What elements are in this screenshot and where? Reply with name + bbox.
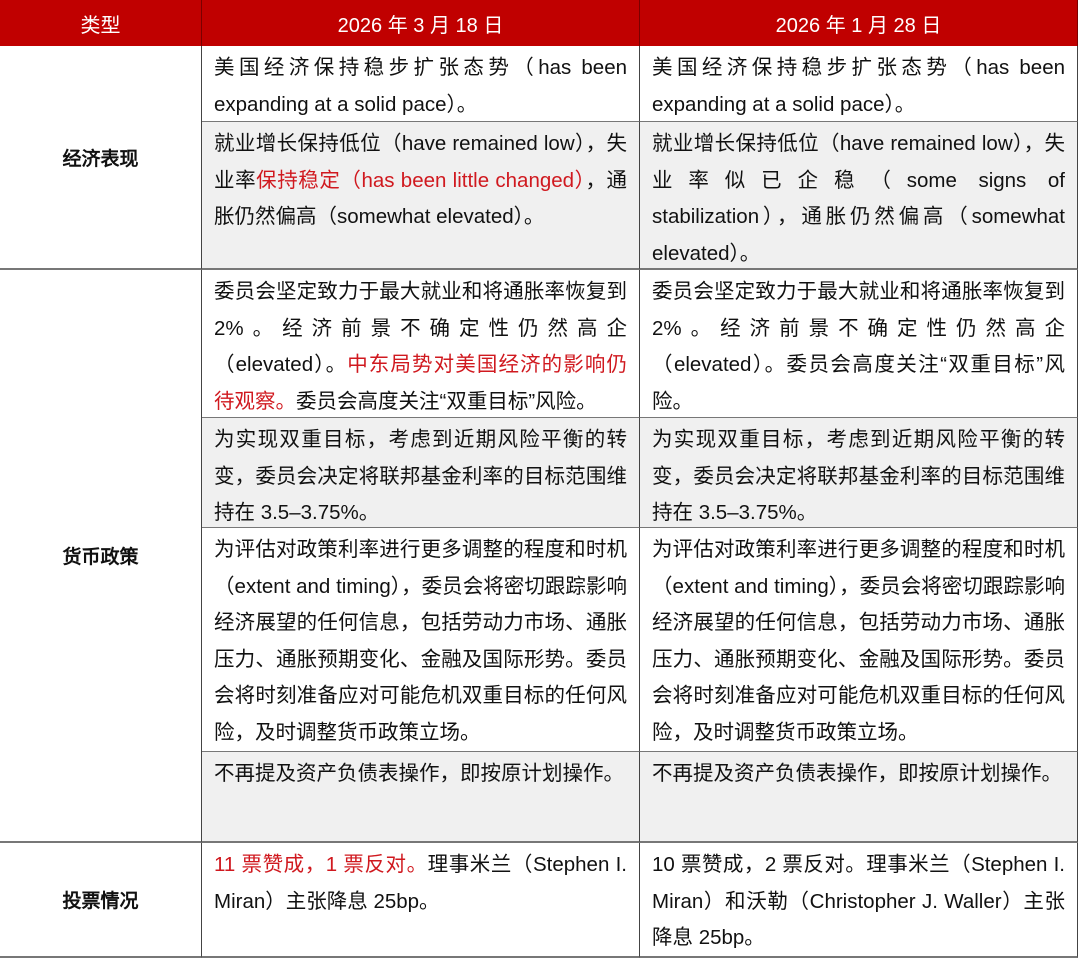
mandate-outlook-cell-january: 委员会坚定致力于最大就业和将通胀率恢复到 2%。经济前景不确定性仍然高企（ele… <box>640 270 1078 418</box>
cell-text: 委员会坚定致力于最大就业和将通胀率恢复到 2%。经济前景不确定性仍然高企（ele… <box>652 280 1065 413</box>
category-economy: 经济表现 <box>0 46 202 270</box>
cell-text: 为实现双重目标，考虑到近期风险平衡的转变，委员会决定将联邦基金利率的目标范围维持… <box>214 428 627 524</box>
rate-decision-cell-january: 为实现双重目标，考虑到近期风险平衡的转变，委员会决定将联邦基金利率的目标范围维持… <box>640 418 1078 528</box>
cell-text: 为评估对政策利率进行更多调整的程度和时机（extent and timing），… <box>652 538 1065 744</box>
header-type: 类型 <box>0 0 202 46</box>
cell-text: 10 票赞成，2 票反对。理事米兰（Stephen I. Miran）和沃勒（C… <box>652 853 1065 949</box>
vote-cell-march: 11 票赞成，1 票反对。理事米兰（Stephen I. Miran）主张降息 … <box>202 843 640 958</box>
forward-guidance-cell-march: 为评估对政策利率进行更多调整的程度和时机（extent and timing），… <box>202 528 640 752</box>
cell-text: 为实现双重目标，考虑到近期风险平衡的转变，委员会决定将联邦基金利率的目标范围维持… <box>652 428 1065 524</box>
highlighted-change-text: 保持稳定（has been little changed） <box>256 168 586 192</box>
cell-text: 委员会高度关注“双重目标”风险。 <box>296 389 597 413</box>
balance-sheet-cell-march: 不再提及资产负债表操作，即按原计划操作。 <box>202 752 640 843</box>
cell-text: 就业增长保持低位（have remained low），失业率似已企稳（some… <box>652 132 1065 265</box>
cell-text: 为评估对政策利率进行更多调整的程度和时机（extent and timing），… <box>214 538 627 744</box>
cell-text: 不再提及资产负债表操作，即按原计划操作。 <box>652 762 1062 785</box>
vote-cell-january: 10 票赞成，2 票反对。理事米兰（Stephen I. Miran）和沃勒（C… <box>640 843 1078 958</box>
economy-growth-cell-january: 美国经济保持稳步扩张态势（has been expanding at a sol… <box>640 46 1078 122</box>
cell-text: 美国经济保持稳步扩张态势（has been expanding at a sol… <box>214 56 627 116</box>
employment-inflation-cell-march: 就业增长保持低位（have remained low），失业率保持稳定（has … <box>202 122 640 270</box>
highlighted-change-text: 11 票赞成，1 票反对。 <box>214 853 428 876</box>
forward-guidance-cell-january: 为评估对政策利率进行更多调整的程度和时机（extent and timing），… <box>640 528 1078 752</box>
mandate-outlook-cell-march: 委员会坚定致力于最大就业和将通胀率恢复到 2%。经济前景不确定性仍然高企（ele… <box>202 270 640 418</box>
header-date-march: 2026 年 3 月 18 日 <box>202 0 640 46</box>
cell-text: 美国经济保持稳步扩张态势（has been expanding at a sol… <box>652 56 1065 116</box>
balance-sheet-cell-january: 不再提及资产负债表操作，即按原计划操作。 <box>640 752 1078 843</box>
rate-decision-cell-march: 为实现双重目标，考虑到近期风险平衡的转变，委员会决定将联邦基金利率的目标范围维持… <box>202 418 640 528</box>
employment-inflation-cell-january: 就业增长保持低位（have remained low），失业率似已企稳（some… <box>640 122 1078 270</box>
header-date-january: 2026 年 1 月 28 日 <box>640 0 1078 46</box>
category-monetary-policy: 货币政策 <box>0 270 202 843</box>
economy-growth-cell-march: 美国经济保持稳步扩张态势（has been expanding at a sol… <box>202 46 640 122</box>
cell-text: 不再提及资产负债表操作，即按原计划操作。 <box>214 762 624 785</box>
category-voting: 投票情况 <box>0 843 202 958</box>
